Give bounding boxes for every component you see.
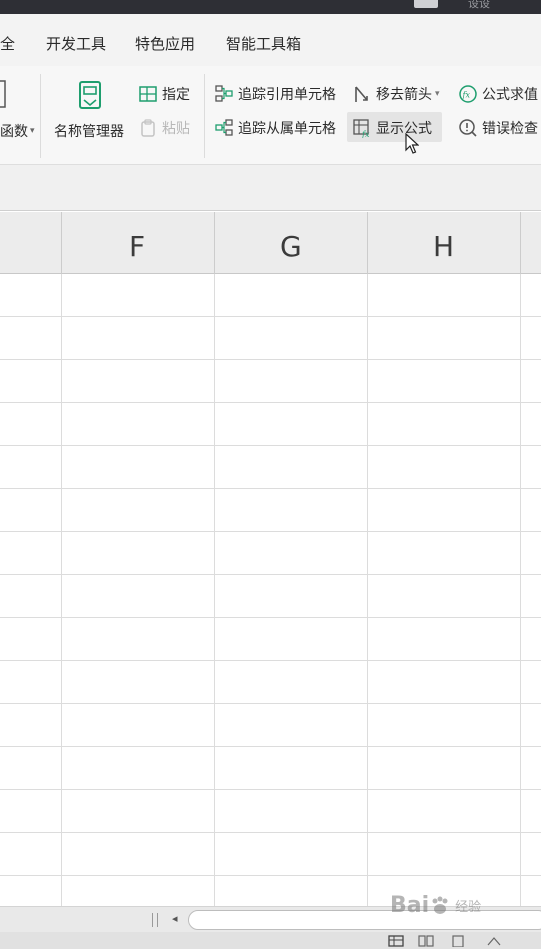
window-control-box[interactable] bbox=[414, 0, 438, 8]
tab-smart-toolbox[interactable]: 智能工具箱 bbox=[226, 33, 301, 54]
tab-developer-tools[interactable]: 开发工具 bbox=[46, 33, 106, 54]
grid-column-line bbox=[61, 274, 62, 906]
page-layout-view-icon[interactable] bbox=[450, 935, 466, 947]
name-manager-label: 名称管理器 bbox=[54, 124, 124, 140]
cell-grid[interactable] bbox=[0, 274, 541, 906]
grid-column-line bbox=[367, 274, 368, 906]
grid-row-line bbox=[0, 617, 541, 618]
grid-row-line bbox=[0, 359, 541, 360]
svg-text:fx: fx bbox=[361, 130, 370, 138]
column-header-h[interactable]: H bbox=[433, 230, 454, 263]
trace-precedents-icon bbox=[215, 85, 233, 102]
show-formulas-icon: fx bbox=[353, 119, 370, 138]
grid-row-line bbox=[0, 402, 541, 403]
ribbon-panel: 函数 ▾ 名称管理器 指定 粘贴 追踪引用单元格 追踪从属单元格 移去箭头 ▾ … bbox=[0, 66, 541, 165]
paste-label: 粘贴 bbox=[162, 121, 190, 137]
grid-row-line bbox=[0, 660, 541, 661]
function-icon[interactable] bbox=[0, 80, 8, 110]
grid-row-line bbox=[0, 316, 541, 317]
formula-bar[interactable] bbox=[0, 165, 541, 211]
grid-row-line bbox=[0, 445, 541, 446]
grid-row-line bbox=[0, 875, 541, 876]
ribbon-tab-bar: 全 开发工具 特色应用 智能工具箱 bbox=[0, 14, 541, 66]
trace-precedents-button[interactable]: 追踪引用单元格 bbox=[214, 84, 336, 104]
trace-precedents-label: 追踪引用单元格 bbox=[238, 87, 336, 103]
grid-row-line bbox=[0, 531, 541, 532]
grid-row-line bbox=[0, 746, 541, 747]
show-formulas-label: 显示公式 bbox=[376, 121, 432, 137]
column-header-row: F G H bbox=[0, 212, 541, 274]
column-divider[interactable] bbox=[214, 212, 215, 274]
error-check-icon bbox=[459, 119, 477, 137]
grid-row-line bbox=[0, 703, 541, 704]
grid-icon bbox=[139, 86, 157, 102]
status-bar bbox=[0, 932, 541, 949]
error-checking-label: 错误检查 bbox=[482, 121, 538, 137]
column-divider[interactable] bbox=[367, 212, 368, 274]
grid-column-line bbox=[520, 274, 521, 906]
error-checking-button[interactable]: 错误检查 bbox=[458, 118, 538, 138]
tab-security[interactable]: 全 bbox=[0, 33, 15, 54]
chevron-down-icon[interactable]: ▾ bbox=[435, 89, 440, 99]
baidu-watermark: Bai 经验 bbox=[390, 893, 481, 918]
trace-dependents-label: 追踪从属单元格 bbox=[238, 121, 336, 137]
ribbon-separator bbox=[204, 74, 205, 158]
specify-button[interactable]: 指定 bbox=[138, 84, 190, 104]
grid-row-line bbox=[0, 488, 541, 489]
remove-arrows-button[interactable]: 移去箭头 ▾ bbox=[352, 84, 440, 104]
remove-arrows-label: 移去箭头 bbox=[376, 87, 432, 103]
show-formulas-button[interactable]: fx 显示公式 bbox=[352, 118, 432, 138]
svg-text:fx: fx bbox=[462, 91, 471, 100]
paste-button[interactable]: 粘贴 bbox=[138, 118, 190, 138]
paste-icon bbox=[141, 119, 155, 137]
name-manager-icon bbox=[79, 81, 101, 109]
column-divider[interactable] bbox=[61, 212, 62, 274]
function-button[interactable]: 函数 ▾ bbox=[0, 121, 35, 141]
mouse-cursor-icon bbox=[405, 133, 419, 154]
paw-logo-icon bbox=[432, 896, 448, 914]
name-manager-button[interactable]: 名称管理器 bbox=[54, 121, 124, 141]
title-bar-text: 设设 bbox=[468, 0, 490, 10]
watermark-brand: Bai bbox=[390, 893, 430, 918]
function-label: 函数 bbox=[0, 124, 28, 140]
tab-special-apps[interactable]: 特色应用 bbox=[135, 33, 195, 54]
column-header-g[interactable]: G bbox=[280, 230, 302, 263]
normal-view-icon[interactable] bbox=[388, 935, 404, 947]
watermark-suffix: 经验 bbox=[455, 900, 482, 915]
grid-row-line bbox=[0, 574, 541, 575]
evaluate-formula-label: 公式求值 bbox=[482, 87, 538, 103]
ribbon-separator bbox=[40, 74, 41, 158]
fx-circle-icon: fx bbox=[459, 85, 477, 103]
scroll-left-arrow-icon[interactable]: ◂ bbox=[172, 912, 178, 925]
grid-row-line bbox=[0, 832, 541, 833]
trace-dependents-button[interactable]: 追踪从属单元格 bbox=[214, 118, 336, 138]
title-bar: 设设 bbox=[0, 0, 541, 14]
specify-label: 指定 bbox=[162, 87, 190, 103]
grid-column-line bbox=[214, 274, 215, 906]
reading-mode-icon[interactable] bbox=[486, 935, 502, 947]
column-header-f[interactable]: F bbox=[129, 230, 145, 263]
column-divider[interactable] bbox=[520, 212, 521, 274]
trace-dependents-icon bbox=[215, 119, 233, 136]
scroll-split-handle[interactable] bbox=[152, 913, 158, 927]
page-break-view-icon[interactable] bbox=[418, 935, 434, 947]
scroll-thumb[interactable] bbox=[188, 910, 541, 930]
remove-arrows-icon bbox=[355, 86, 368, 102]
chevron-down-icon: ▾ bbox=[30, 126, 35, 136]
grid-row-line bbox=[0, 789, 541, 790]
evaluate-formula-button[interactable]: fx 公式求值 bbox=[458, 84, 538, 104]
